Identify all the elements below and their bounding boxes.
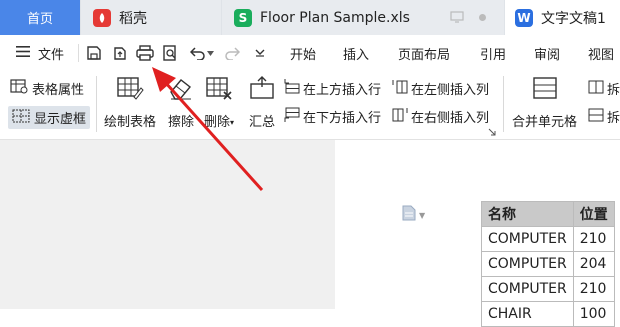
- annotation-arrow: [152, 67, 264, 192]
